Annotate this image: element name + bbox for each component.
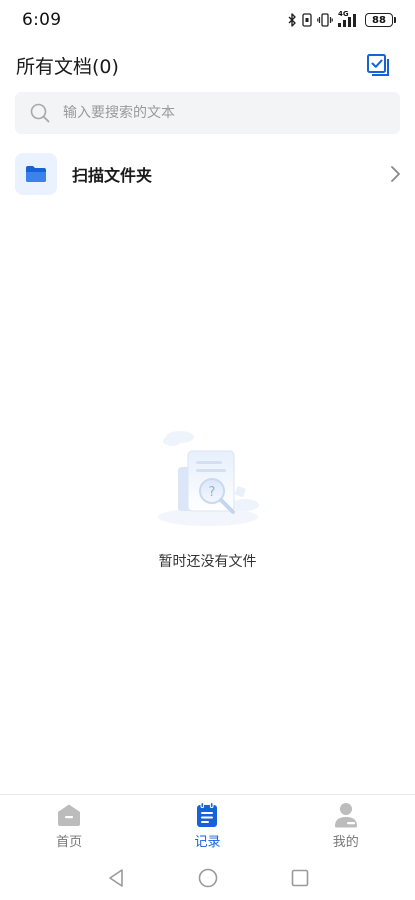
nav-item-profile[interactable]: 我的 — [301, 795, 391, 854]
folder-item-scan[interactable]: 扫描文件夹 — [15, 152, 405, 196]
folder-icon — [26, 166, 46, 182]
vibrate-icon — [317, 13, 333, 27]
cellular-signal: 4G — [338, 10, 360, 27]
nav-label-home: 首页 — [56, 835, 83, 850]
checkbox-multi-select-icon — [367, 54, 389, 76]
svg-text:?: ? — [209, 485, 216, 500]
home-icon — [58, 804, 81, 826]
folder-icon-box — [15, 153, 57, 195]
bottom-nav: 首页 记录 我的 — [0, 794, 415, 854]
records-icon — [197, 802, 218, 827]
profile-icon — [334, 803, 357, 828]
nav-item-records[interactable]: 记录 — [162, 795, 252, 854]
header: 所有文档(0) — [0, 45, 415, 85]
search-icon — [30, 103, 50, 123]
empty-state-message: 暂时还没有文件 — [158, 554, 257, 570]
nfc-icon — [302, 13, 312, 27]
nav-label-records: 记录 — [194, 835, 221, 850]
search-input[interactable] — [63, 105, 386, 121]
nav-icon-box — [194, 802, 220, 828]
page-title: 所有文档(0) — [16, 55, 119, 78]
battery-level: 88 — [372, 14, 386, 26]
back-triangle-icon — [108, 869, 123, 887]
nav-item-home[interactable]: 首页 — [24, 795, 114, 854]
bluetooth-icon — [288, 13, 296, 27]
system-home-button[interactable] — [197, 867, 219, 889]
empty-document-search-illustration: ? — [158, 431, 259, 526]
status-time: 6:09 — [22, 10, 62, 30]
status-icons: 4G 88 — [288, 10, 396, 27]
search-bar[interactable] — [15, 92, 400, 134]
battery-indicator: 88 — [365, 13, 396, 27]
chevron-right-icon — [391, 166, 400, 182]
nav-icon-box — [56, 802, 82, 828]
nav-label-profile: 我的 — [332, 835, 359, 850]
nav-icon-box — [333, 802, 359, 828]
system-nav-bar — [0, 858, 415, 898]
folder-item-label: 扫描文件夹 — [72, 166, 153, 185]
system-back-button[interactable] — [105, 867, 127, 889]
status-bar: 6:09 4G 88 — [0, 0, 415, 40]
multi-select-button[interactable] — [365, 52, 391, 78]
home-circle-icon — [198, 868, 217, 888]
screen: 6:09 4G 88 所有文档(0) 输入要搜索的文本 扫描文件夹 ? 暂时还没… — [0, 0, 415, 900]
network-type: 4G — [338, 10, 349, 18]
system-recents-button[interactable] — [289, 867, 311, 889]
recents-square-icon — [291, 869, 308, 887]
